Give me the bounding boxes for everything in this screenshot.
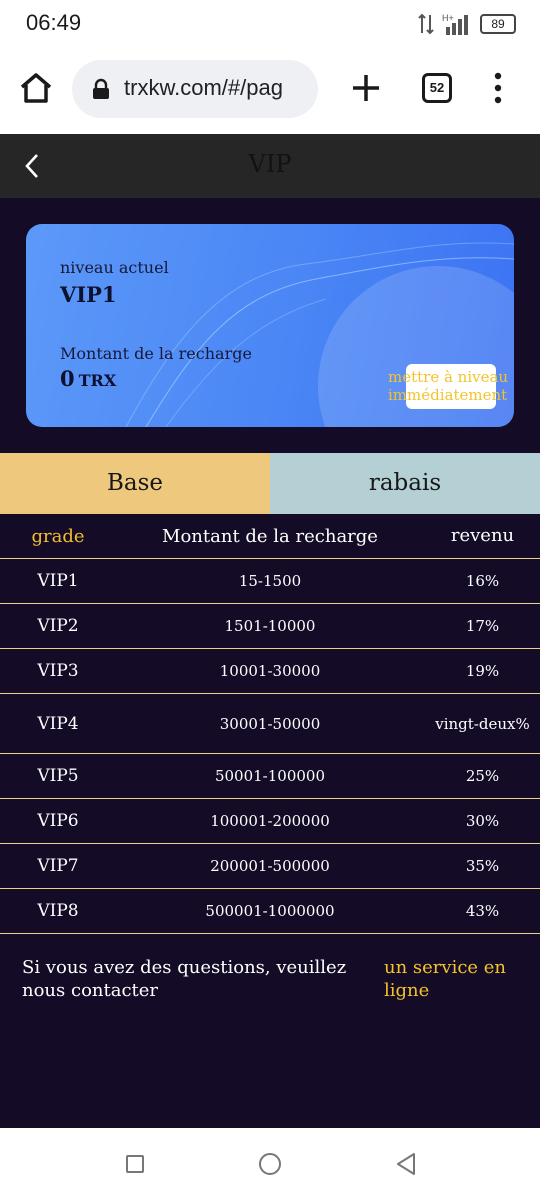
tab-base[interactable]: Base [0,453,270,514]
row-amount: 200001-500000 [210,857,330,875]
row-amount: 1501-10000 [224,617,316,635]
status-icons: H+ 89 [418,13,516,35]
home-icon[interactable] [18,70,54,106]
row-amount: 10001-30000 [219,662,321,680]
battery-icon: 89 [480,14,516,34]
column-header-amount: Montant de la recharge [162,525,378,547]
row-revenue: vingt-deux% [435,714,530,733]
home-nav-icon[interactable] [259,1153,281,1175]
url-text: trxkw.com/#/pag [124,75,283,100]
table-row: VIP5 50001-100000 25% [0,754,540,799]
row-grade: VIP1 [37,571,79,591]
upgrade-button-label[interactable]: mettre à niveau immédiatement [388,368,514,404]
table-row: VIP1 15-1500 16% [0,559,540,604]
browser-toolbar: trxkw.com/#/pag 52 [0,48,540,134]
row-revenue: 35% [465,857,500,875]
table-row: VIP6 100001-200000 30% [0,799,540,844]
recharge-amount-label: Montant de la recharge [60,344,252,363]
current-level-value: VIP1 [60,282,117,307]
row-grade: VIP4 [37,713,79,734]
online-service-link[interactable]: un service en ligne [384,956,524,1002]
vip-table: grade Montant de la recharge revenu VIP1… [0,514,540,934]
back-nav-icon[interactable] [394,1152,418,1176]
contact-text: Si vous avez des questions, veuillez nou… [22,957,347,1001]
table-row: VIP3 10001-30000 19% [0,649,540,694]
row-amount: 50001-100000 [214,767,326,785]
recharge-amount-value: 0 TRX [60,366,116,391]
row-amount: 30001-50000 [219,714,321,733]
url-bar[interactable]: trxkw.com/#/pag [72,60,318,118]
recharge-amount-number: 0 [60,366,75,391]
row-amount: 100001-200000 [210,812,330,830]
table-header: grade Montant de la recharge revenu [0,514,540,559]
current-level-label: niveau actuel [60,258,169,277]
lock-icon [93,78,109,99]
svg-text:H+: H+ [442,13,454,23]
recents-icon[interactable] [126,1155,144,1173]
page-title: VIP [248,150,292,178]
row-revenue: 25% [465,767,500,785]
row-revenue: 16% [465,572,500,590]
page-header: VIP [0,134,540,198]
row-amount: 15-1500 [238,572,302,590]
row-grade: VIP2 [37,616,79,636]
status-bar: 06:49 H+ 89 [0,0,540,48]
menu-icon[interactable] [492,72,504,104]
column-header-revenue: revenu [450,525,515,546]
row-revenue: 30% [465,812,500,830]
row-grade: VIP8 [37,901,79,921]
system-nav-bar [0,1128,540,1200]
row-amount: 500001-1000000 [205,902,335,920]
column-header-grade: grade [31,525,85,547]
row-revenue: 19% [465,662,500,680]
data-arrows-icon [418,13,434,35]
vip-level-card: niveau actuel VIP1 Montant de la recharg… [26,224,514,427]
tab-rebate[interactable]: rabais [270,453,540,514]
row-grade: VIP5 [37,766,79,786]
tabs-icon[interactable]: 52 [422,73,452,103]
table-row: VIP2 1501-10000 17% [0,604,540,649]
row-revenue: 43% [465,902,500,920]
row-revenue: 17% [465,617,500,635]
table-row: VIP7 200001-500000 35% [0,844,540,889]
status-time: 06:49 [26,10,82,35]
plus-icon[interactable] [350,72,382,104]
row-grade: VIP7 [37,856,79,876]
back-icon[interactable] [22,152,42,180]
signal-icon: H+ [442,13,468,35]
row-grade: VIP6 [37,811,79,831]
row-grade: VIP3 [37,661,79,681]
recharge-unit: TRX [78,371,117,390]
table-row: VIP8 500001-1000000 43% [0,889,540,934]
table-row: VIP4 30001-50000 vingt-deux% [0,694,540,754]
